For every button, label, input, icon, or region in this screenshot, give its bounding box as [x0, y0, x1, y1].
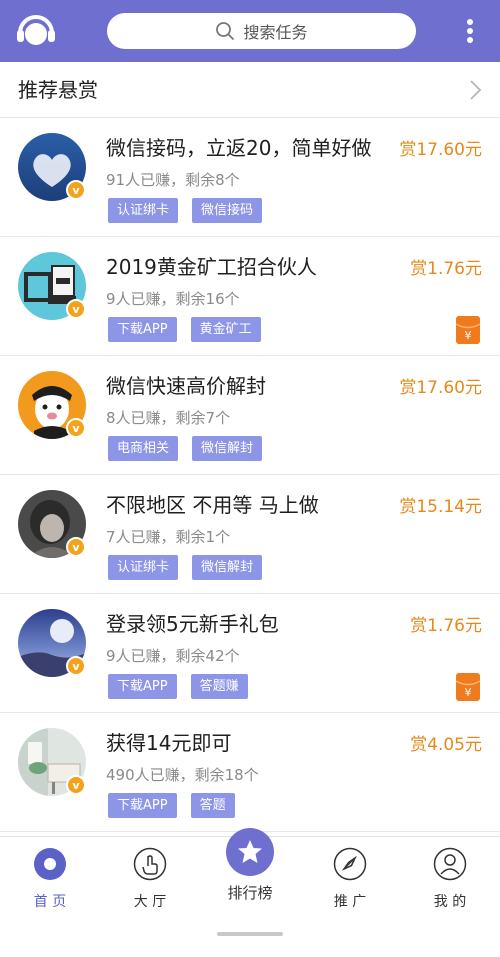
task-tag: 认证绑卡: [108, 555, 179, 580]
section-title: 推荐悬赏: [18, 78, 98, 102]
headset-logo-icon[interactable]: [14, 11, 58, 51]
task-tag: 微信解封: [192, 555, 263, 580]
task-row[interactable]: v 登录领5元新手礼包 赏1.76元 9人已赚，剩余42个 下载APP 答题赚 …: [0, 594, 500, 713]
task-meta: 9人已赚，剩余42个: [106, 647, 240, 665]
more-vertical-icon[interactable]: [460, 15, 480, 47]
nav-mine[interactable]: 我 的: [410, 847, 490, 911]
recommended-section-header[interactable]: 推荐悬赏: [0, 62, 500, 118]
nav-promote[interactable]: 推 广: [310, 847, 390, 911]
task-meta: 9人已赚，剩余16个: [106, 290, 240, 308]
nav-hall[interactable]: 大 厅: [110, 847, 190, 911]
task-tags: 认证绑卡 微信解封: [108, 555, 263, 580]
task-reward: 赏15.14元: [399, 497, 482, 517]
task-row[interactable]: v 2019黄金矿工招合伙人 赏1.76元 9人已赚，剩余16个 下载APP 黄…: [0, 237, 500, 356]
task-tag: 电商相关: [108, 436, 179, 461]
task-title: 2019黄金矿工招合伙人: [106, 255, 317, 279]
task-row[interactable]: v 微信接码，立返20，简单好做 赏17.60元 91人已赚，剩余8个 认证绑卡…: [0, 118, 500, 237]
task-row[interactable]: v 不限地区 不用等 马上做 赏15.14元 7人已赚，剩余1个 认证绑卡 微信…: [0, 475, 500, 594]
verified-badge: v: [66, 775, 86, 795]
task-title: 登录领5元新手礼包: [106, 612, 279, 636]
task-title: 获得14元即可: [106, 731, 232, 755]
task-tag: 微信接码: [192, 198, 263, 223]
search-placeholder: 搜索任务: [243, 23, 308, 42]
task-tag: 下载APP: [108, 793, 177, 818]
verified-badge: v: [66, 656, 86, 676]
task-tag: 微信解封: [192, 436, 263, 461]
task-reward: 赏4.05元: [410, 735, 482, 755]
red-packet-glyph: ¥: [465, 329, 472, 342]
task-row[interactable]: v 微信快速高价解封 赏17.60元 8人已赚，剩余7个 电商相关 微信解封: [0, 356, 500, 475]
top-bar: 搜索任务: [0, 0, 500, 62]
star-icon: [226, 828, 274, 876]
task-meta: 490人已赚，剩余18个: [106, 766, 259, 784]
task-reward: 赏17.60元: [399, 378, 482, 398]
task-tags: 下载APP 黄金矿工: [108, 317, 261, 342]
task-meta: 91人已赚，剩余8个: [106, 171, 240, 189]
task-tag: 下载APP: [108, 317, 177, 342]
hand-tap-icon: [133, 847, 167, 881]
search-bar[interactable]: 搜索任务: [107, 13, 416, 49]
verified-badge: v: [66, 180, 86, 200]
verified-badge: v: [66, 299, 86, 319]
task-list: v 微信接码，立返20，简单好做 赏17.60元 91人已赚，剩余8个 认证绑卡…: [0, 118, 500, 832]
nav-home[interactable]: 首 页: [10, 847, 90, 911]
task-reward: 赏1.76元: [410, 616, 482, 636]
task-tag: 答题: [190, 793, 235, 818]
verified-badge: v: [66, 418, 86, 438]
chevron-right-icon[interactable]: [468, 79, 482, 101]
task-tags: 下载APP 答题赚: [108, 674, 248, 699]
home-indicator[interactable]: [217, 932, 283, 936]
red-packet-icon[interactable]: ¥: [456, 673, 480, 701]
task-title: 不限地区 不用等 马上做: [106, 493, 319, 517]
task-reward: 赏1.76元: [410, 259, 482, 279]
nav-label: 推 广: [333, 894, 367, 910]
task-row[interactable]: v 获得14元即可 赏4.05元 490人已赚，剩余18个 下载APP 答题: [0, 713, 500, 832]
red-packet-icon[interactable]: ¥: [456, 316, 480, 344]
nav-label: 大 厅: [133, 894, 167, 910]
bottom-nav: 首 页 大 厅 排行榜 推 广 我 的: [0, 828, 500, 957]
nav-rank[interactable]: 排行榜: [210, 828, 290, 903]
task-tags: 下载APP 答题: [108, 793, 235, 818]
task-title: 微信快速高价解封: [106, 374, 266, 398]
task-tag: 认证绑卡: [108, 198, 179, 223]
task-tags: 认证绑卡 微信接码: [108, 198, 263, 223]
task-tags: 电商相关 微信解封: [108, 436, 263, 461]
user-icon: [433, 847, 467, 881]
nav-label: 我 的: [433, 894, 467, 910]
task-tag: 下载APP: [108, 674, 177, 699]
nav-label: 首 页: [33, 894, 67, 910]
home-dot-icon: [34, 848, 66, 880]
task-tag: 黄金矿工: [190, 317, 261, 342]
verified-badge: v: [66, 537, 86, 557]
task-tag: 答题赚: [190, 674, 248, 699]
nav-label: 排行榜: [227, 884, 273, 902]
red-packet-glyph: ¥: [465, 686, 472, 699]
search-icon: [216, 22, 235, 41]
task-meta: 7人已赚，剩余1个: [106, 528, 231, 546]
task-meta: 8人已赚，剩余7个: [106, 409, 231, 427]
task-title: 微信接码，立返20，简单好做: [106, 136, 372, 160]
compass-icon: [333, 847, 367, 881]
task-reward: 赏17.60元: [399, 140, 482, 160]
